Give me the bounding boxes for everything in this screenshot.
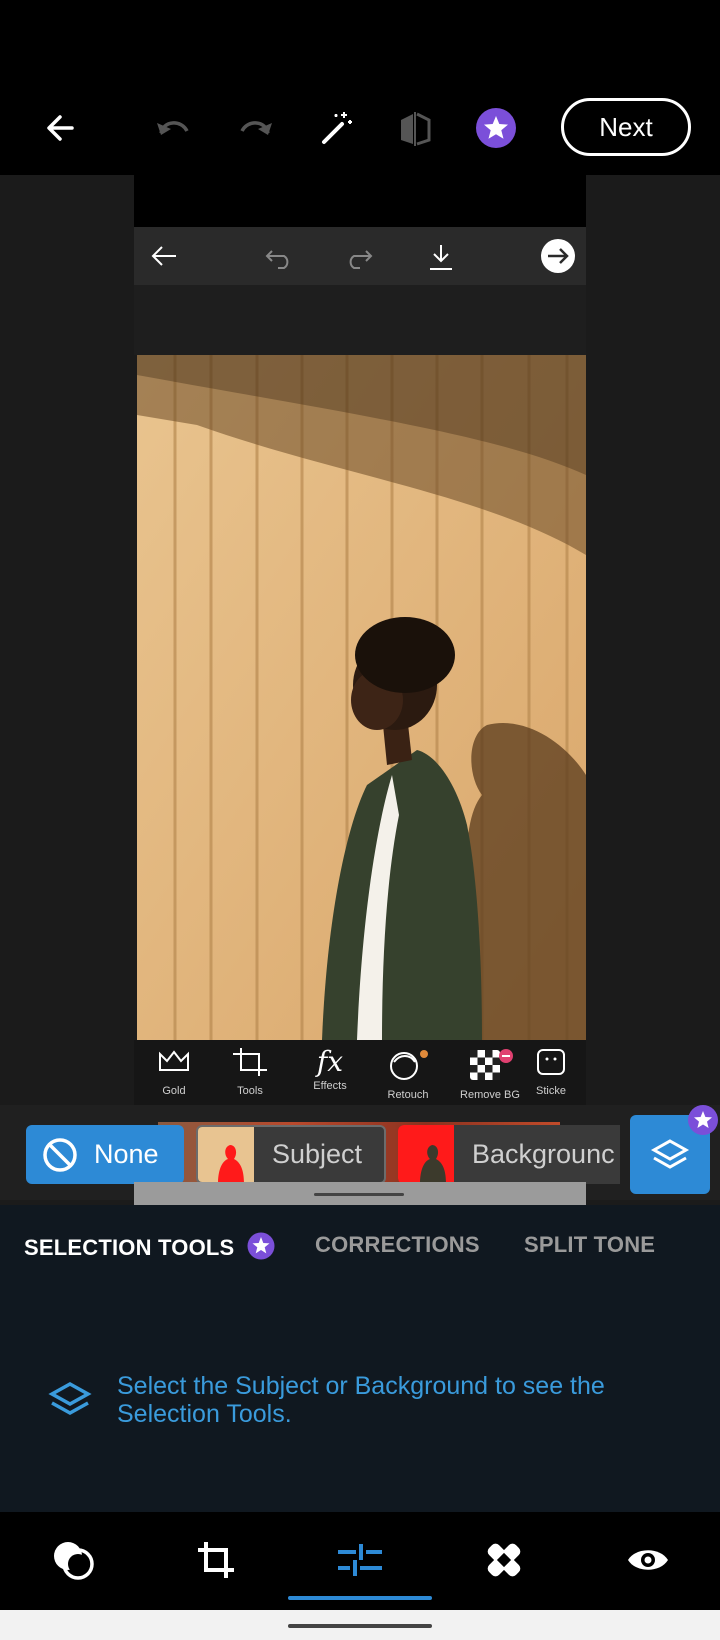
inner-canvas-gap <box>134 285 586 355</box>
tool-effects[interactable]: fx Effects <box>292 1045 368 1093</box>
back-arrow-icon[interactable] <box>150 243 178 269</box>
tab-label: SELECTION TOOLS <box>24 1235 235 1260</box>
face-retouch-icon <box>390 1050 428 1080</box>
inner-home-indicator <box>314 1193 404 1196</box>
next-button[interactable]: Next <box>561 98 691 156</box>
premium-star-icon <box>247 1232 275 1260</box>
compare-icon[interactable] <box>385 98 445 158</box>
eye-icon[interactable] <box>618 1530 678 1590</box>
background-button[interactable]: Backgrounc <box>398 1125 620 1184</box>
background-thumbnail <box>398 1125 454 1184</box>
tool-gold[interactable]: Gold <box>136 1048 212 1097</box>
prohibit-icon <box>43 1137 77 1172</box>
tab-selection-tools[interactable]: SELECTION TOOLS <box>24 1232 275 1261</box>
sticker-icon <box>537 1049 565 1075</box>
layers-icon <box>48 1381 92 1416</box>
undo-icon[interactable] <box>143 98 203 158</box>
download-icon[interactable] <box>428 243 454 271</box>
crop-icon <box>233 1048 267 1076</box>
tool-label: Remove BG <box>460 1089 520 1101</box>
tool-label: Tools <box>237 1085 263 1097</box>
undo-icon[interactable] <box>264 245 294 269</box>
tool-label: Gold <box>162 1085 186 1097</box>
selection-hint-text: Select the Subject or Background to see … <box>117 1372 605 1428</box>
tool-tools[interactable]: Tools <box>212 1048 288 1097</box>
fx-icon: fx <box>316 1045 344 1078</box>
redo-icon[interactable] <box>226 98 286 158</box>
tool-remove-bg[interactable]: Remove BG <box>452 1048 528 1101</box>
forward-circle-icon[interactable] <box>540 238 576 274</box>
tool-label: Sticke <box>536 1085 566 1097</box>
tool-sticker[interactable]: Sticke <box>524 1048 586 1097</box>
layers-icon <box>650 1138 690 1169</box>
tab-corrections[interactable]: CORRECTIONS <box>315 1232 480 1258</box>
premium-star-icon <box>688 1105 718 1135</box>
checkerboard-icon <box>470 1049 513 1080</box>
none-label: None <box>94 1139 159 1169</box>
nav-active-indicator <box>288 1596 432 1600</box>
premium-star-icon[interactable] <box>466 98 526 158</box>
crop-icon[interactable] <box>186 1530 246 1590</box>
tab-split-tone[interactable]: SPLIT TONE <box>524 1232 655 1258</box>
adjust-sliders-icon[interactable] <box>330 1530 390 1590</box>
background-label: Backgrounc <box>472 1139 615 1169</box>
subject-label: Subject <box>272 1139 363 1169</box>
tool-label: Retouch <box>387 1089 429 1101</box>
subject-button[interactable]: Subject <box>196 1125 386 1184</box>
inner-toolbar <box>134 227 586 285</box>
subject-thumbnail <box>198 1127 254 1182</box>
photo-canvas[interactable] <box>137 355 586 1040</box>
tool-label: Effects <box>313 1080 347 1092</box>
inner-status-area <box>134 175 586 227</box>
home-indicator[interactable] <box>288 1624 432 1628</box>
crown-icon <box>159 1050 189 1071</box>
magic-wand-icon[interactable] <box>306 98 366 158</box>
tool-retouch[interactable]: Retouch <box>370 1048 446 1101</box>
healing-icon[interactable] <box>474 1530 534 1590</box>
redo-icon[interactable] <box>344 245 374 269</box>
looks-icon[interactable] <box>43 1530 103 1590</box>
none-button[interactable]: None <box>26 1125 184 1184</box>
back-arrow-icon[interactable] <box>30 98 90 158</box>
